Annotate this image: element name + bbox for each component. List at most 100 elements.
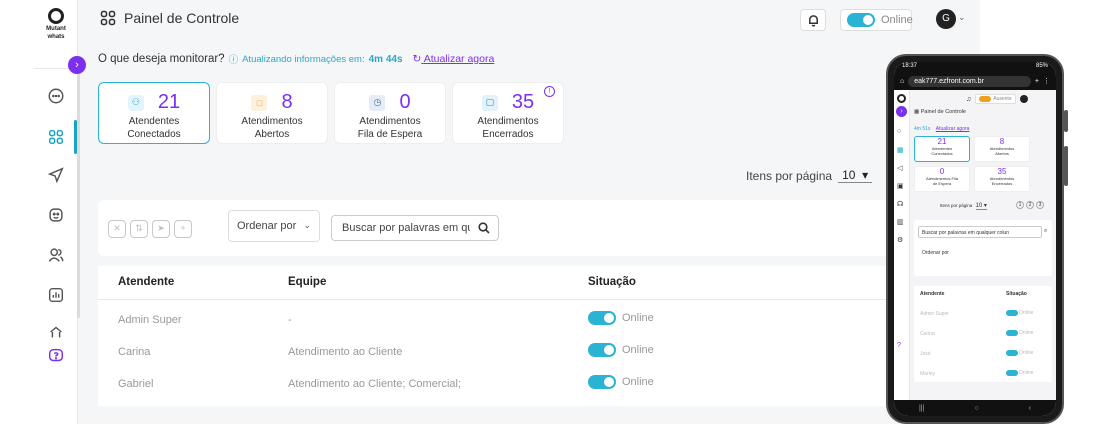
bell-icon — [808, 14, 818, 27]
refresh-icon: ↻ — [412, 53, 422, 65]
card-label-line2: Conectados — [931, 151, 953, 156]
card-fila-de-espera[interactable]: 0 Atendimentos Fila de Espera — [914, 166, 970, 192]
status-switch[interactable] — [847, 13, 875, 27]
bot-icon[interactable] — [46, 205, 66, 225]
gear-icon[interactable]: ⚙ — [897, 236, 903, 244]
transfer-icon[interactable]: ⇅ — [130, 220, 148, 238]
phone-header-controls: ♫ Ausente — [966, 94, 1028, 104]
order-by-select[interactable]: Ordenar por ⌄ — [228, 210, 320, 242]
status-label: Ausente — [993, 96, 1012, 102]
cell-atendente: Carina — [920, 331, 935, 337]
add-user-icon[interactable]: + — [174, 220, 192, 238]
status-switch[interactable] — [588, 311, 616, 325]
column-header-situacao[interactable]: Situação — [588, 276, 636, 288]
status-switch[interactable] — [1006, 310, 1018, 316]
refresh-now-link[interactable]: Atualizar agora — [936, 126, 970, 132]
column-header-equipe[interactable]: Equipe — [288, 276, 326, 288]
column-header-atendente[interactable]: Atendente — [118, 276, 174, 288]
table-row[interactable]: Gabriel Atendimento ao Cliente; Comercia… — [98, 368, 980, 400]
search-icon: ⌕ — [1044, 228, 1048, 234]
status-text: Online — [1019, 350, 1034, 356]
card-atendentes-conectados[interactable]: 21 Atendentes Conectados — [914, 136, 970, 162]
chat-bubble-icon[interactable]: ○ — [897, 128, 901, 135]
home-button-icon[interactable]: ○ — [974, 405, 978, 412]
status-switch[interactable] — [979, 96, 992, 102]
search-icon — [478, 222, 490, 234]
page-button[interactable]: 1 — [1016, 201, 1024, 209]
users-icon[interactable]: ☊ — [897, 200, 903, 208]
help-chat-icon[interactable]: ? — [897, 342, 901, 349]
card-value: 8 — [281, 91, 293, 113]
chevron-down-icon[interactable]: ⌄ — [958, 12, 966, 23]
card-value: 0 — [939, 167, 945, 176]
search-input[interactable]: Buscar por palavras em qualquer colun — [918, 226, 1042, 238]
close-icon[interactable]: ✕ — [108, 220, 126, 238]
home-icon[interactable]: ⌂ — [900, 78, 904, 85]
cell-situacao: Online — [1006, 370, 1033, 376]
table-row[interactable]: Carina Atendimento ao Cliente Online — [98, 336, 980, 368]
order-by-select[interactable]: Ordenar por — [922, 250, 949, 256]
network-icon[interactable] — [46, 322, 66, 342]
search-input[interactable]: Buscar por palavras em qualquer coluna — [331, 215, 499, 241]
status-switch[interactable] — [588, 343, 616, 357]
per-page-select[interactable]: 10 ▾ — [975, 203, 987, 210]
phone-status-toggle[interactable]: Ausente — [975, 94, 1016, 104]
dashboard-grid-icon[interactable]: ▦ — [897, 146, 904, 154]
chart-icon[interactable] — [46, 285, 66, 305]
status-switch[interactable] — [1006, 350, 1018, 356]
cell-equipe: Atendimento ao Cliente; Comercial; — [288, 378, 462, 390]
phone-screen: 18:37 85% ⌂ eak777.ezfront.com.br + ⋮ › … — [894, 62, 1056, 416]
status-switch[interactable] — [1006, 330, 1018, 336]
card-fila-de-espera[interactable]: ◷ 0 Atendimentos Fila de Espera — [334, 82, 446, 144]
plus-icon[interactable]: + — [1035, 78, 1039, 85]
phone-url[interactable]: eak777.ezfront.com.br — [908, 75, 1031, 87]
cell-atendente: Marley — [920, 371, 936, 377]
info-icon[interactable]: ! — [544, 86, 555, 97]
notifications-button[interactable] — [800, 9, 826, 31]
page-button[interactable]: 3 — [1036, 201, 1044, 209]
column-header-situacao[interactable]: Situação — [1006, 291, 1027, 297]
bell-icon[interactable]: ♫ — [966, 96, 971, 103]
status-switch[interactable] — [588, 375, 616, 389]
dashboard-grid-icon[interactable] — [46, 127, 66, 147]
menu-icon[interactable]: ⋮ — [1043, 77, 1050, 85]
card-label-line1: Atendentes — [128, 116, 180, 127]
cell-situacao: Online — [588, 311, 654, 325]
card-label-line1: Atendimentos — [477, 116, 539, 127]
send-icon[interactable]: ◁ — [897, 164, 902, 172]
sidebar-toggle-button[interactable]: › — [68, 56, 86, 74]
avatar[interactable]: G — [936, 9, 956, 29]
card-atendentes-conectados[interactable]: ⚇ 21 Atendentes Conectados — [98, 82, 210, 144]
send-icon[interactable] — [46, 165, 66, 185]
refresh-now-link[interactable]: ↻ Atualizar agora — [413, 53, 495, 65]
search-placeholder: Buscar por palavras em qualquer colun — [922, 230, 1009, 236]
status-text: Online — [1019, 310, 1034, 316]
chart-icon[interactable]: ▥ — [897, 218, 904, 226]
sidebar-toggle-button[interactable]: › — [896, 106, 907, 117]
help-chat-icon[interactable] — [46, 346, 66, 366]
send-icon[interactable]: ➤ — [152, 220, 170, 238]
card-atendimentos-abertos[interactable]: 8 Atendimentos Abertos — [974, 136, 1030, 162]
column-header-atendente[interactable]: Atendente — [920, 291, 944, 297]
card-atendimentos-abertos[interactable]: □ 8 Atendimentos Abertos — [216, 82, 328, 144]
status-toggle[interactable]: Online — [840, 9, 913, 31]
phone-url-bar[interactable]: ⌂ eak777.ezfront.com.br + ⋮ — [894, 72, 1056, 90]
page-button[interactable]: 2 — [1026, 201, 1034, 209]
phone-table: Atendente Situação Admin Super Online Ca… — [914, 286, 1052, 382]
phone-power-button — [1064, 146, 1068, 186]
per-page-select[interactable]: 10 ▾ — [838, 168, 873, 183]
table-row[interactable]: Admin Super - Online — [98, 304, 980, 336]
table-toolbar: ✕ ⇅ ➤ + Ordenar por ⌄ Buscar por palavra… — [98, 200, 980, 256]
bot-icon[interactable]: ▣ — [897, 182, 904, 190]
card-atendimentos-encerrados[interactable]: ! ▢ 35 Atendimentos Encerrados — [452, 82, 564, 144]
chat-bubble-icon[interactable] — [46, 86, 66, 106]
avatar[interactable] — [1019, 95, 1028, 103]
status-text: Online — [1019, 330, 1034, 336]
cell-atendente: Gabriel — [118, 378, 154, 390]
recent-apps-icon[interactable]: ||| — [919, 405, 924, 412]
card-atendimentos-encerrados[interactable]: 35 Atendimentos Encerrados — [974, 166, 1030, 192]
status-switch[interactable] — [1006, 370, 1018, 376]
sidebar-scrollbar[interactable] — [77, 68, 80, 318]
back-icon[interactable]: ‹ — [1029, 405, 1031, 412]
users-icon[interactable] — [46, 245, 66, 265]
